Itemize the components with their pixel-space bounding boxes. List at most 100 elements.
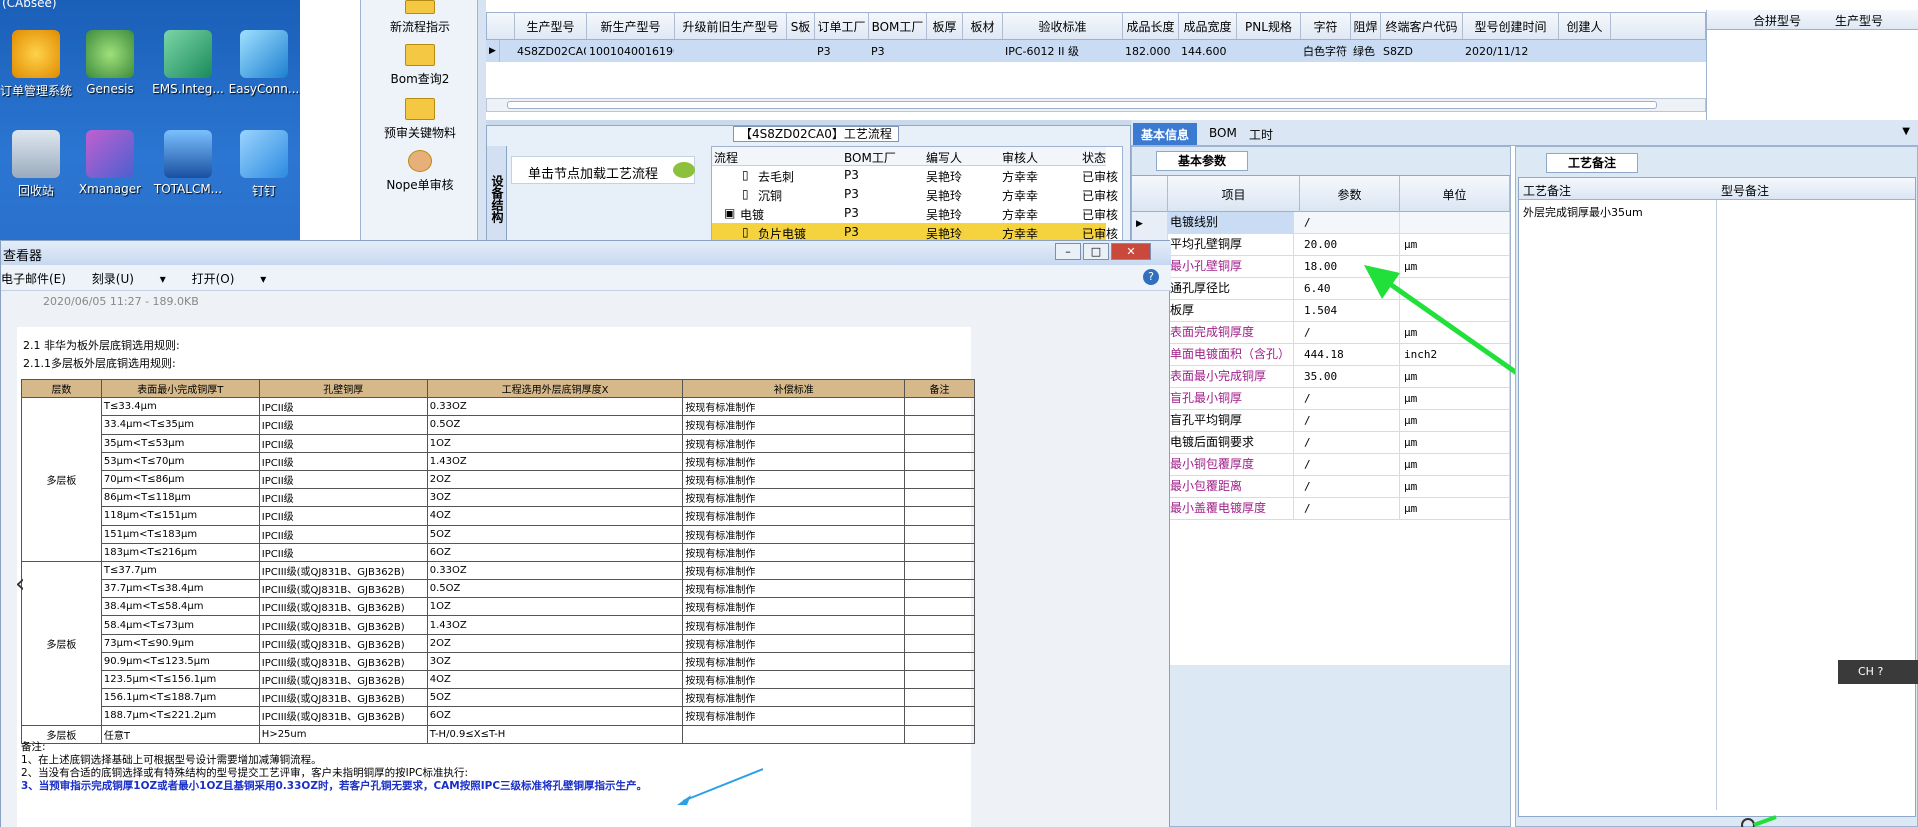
grid-cell[interactable]: 10010400161907 xyxy=(586,40,674,62)
column-header[interactable]: 成品宽度 xyxy=(1179,13,1237,39)
chevron-down-icon[interactable]: ▼ xyxy=(1902,126,1910,137)
basic-params-subtab[interactable]: 基本参数 xyxy=(1156,151,1248,171)
table-cell: IPCIII级(或QJ831B、GJB362B) xyxy=(258,615,428,635)
grid-horizontal-scrollbar[interactable] xyxy=(486,98,1706,112)
process-tree: 流程 BOM工厂 编写人 审核人 状态 ▯ 去毛刺 P3 吴艳玲 方幸幸 已审核 ▯ 沉铜 P3… xyxy=(711,146,1123,246)
grid-cell[interactable]: 144.600 xyxy=(1178,40,1236,62)
equipment-structure-tab[interactable]: 设备结构 xyxy=(487,146,507,246)
table-cell: 1OZ xyxy=(426,433,684,453)
doc-heading-1: 2.1 非华为板外层底铜选用规则: xyxy=(23,339,180,352)
grid-cell[interactable] xyxy=(926,40,962,62)
table-cell: 53μm<T≤70μm xyxy=(100,451,260,471)
detail-tabs: 基本信息 BOM 工时 ▼ xyxy=(1131,120,1918,146)
param-value[interactable]: / xyxy=(1300,212,1400,234)
column-header[interactable]: 验收标准 xyxy=(1003,13,1123,39)
column-header[interactable]: BOM工厂 xyxy=(869,13,927,39)
column-header[interactable]: 新生产型号 xyxy=(587,13,675,39)
param-value[interactable]: / xyxy=(1300,498,1400,520)
chat-bubble-icon xyxy=(673,162,695,178)
green-arrow-tail xyxy=(1741,815,1777,827)
table-header-cell: 表面最小完成铜厚T xyxy=(100,378,260,399)
table-cell: 按现有标准制作 xyxy=(682,669,906,690)
table-row[interactable]: ▶ 电镀线别 / xyxy=(1132,212,1510,234)
column-header[interactable]: 成品长度 xyxy=(1123,13,1179,39)
grid-cell[interactable]: 4S8ZD02CA0 xyxy=(514,40,586,62)
table-cell: 1.43OZ xyxy=(426,451,684,471)
grid-cell[interactable]: P3 xyxy=(868,40,926,62)
table-cell: 按现有标准制作 xyxy=(682,524,906,544)
table-cell xyxy=(682,724,906,744)
column-header[interactable]: 终端客户代码 xyxy=(1381,13,1463,39)
column-header[interactable]: 型号创建时间 xyxy=(1463,13,1559,39)
dingtalk-icon[interactable]: 钉钉 xyxy=(214,130,314,199)
table-cell: 4OZ xyxy=(426,506,684,526)
tab-basic-info[interactable]: 基本信息 xyxy=(1133,123,1198,145)
table-row[interactable]: ▶ 4S8ZD02CA010010400161907 P3P3 IPC-6012 II… xyxy=(486,40,1706,62)
table-cell: IPCII级 xyxy=(258,433,428,453)
grid-cell[interactable] xyxy=(962,40,1002,62)
grid-cell[interactable]: 182.000 xyxy=(1122,40,1178,62)
process-tree-row[interactable]: ▣ 电镀 P3 吴艳玲 方幸幸 已审核 xyxy=(712,204,1118,223)
close-button[interactable]: ✕ xyxy=(1111,243,1151,260)
column-header[interactable]: 生产型号 xyxy=(515,13,587,39)
table-cell: IPCIII级(或QJ831B、GJB362B) xyxy=(258,651,428,672)
table-row: 73μm<T≤90.9μm IPCIII级(或QJ831B、GJB362B) 2OZ… xyxy=(22,633,975,653)
minimize-button[interactable]: – xyxy=(1055,243,1081,260)
table-row[interactable]: 平均孔壁铜厚 20.00 μm xyxy=(1132,234,1510,256)
process-tree-row[interactable]: ▯ 去毛刺 P3 吴艳玲 方幸幸 已审核 xyxy=(712,166,1118,185)
viewer-window: 查看器 – □ ✕ 电子邮件(E) 刻录(U) ▾ 打开(O) ▾ ? 2020/0… xyxy=(0,240,1171,827)
grid-cell[interactable] xyxy=(1236,40,1300,62)
grid-cell[interactable]: IPC-6012 II 级 xyxy=(1002,40,1122,62)
grid-cell[interactable] xyxy=(786,40,814,62)
easyconn-icon[interactable]: EasyConn... xyxy=(214,30,314,96)
load-process-button[interactable]: 单击节点加载工艺流程 xyxy=(511,156,695,184)
grid-cell[interactable]: 2020/11/12 xyxy=(1462,40,1558,62)
previous-arrow-icon[interactable]: ‹ xyxy=(15,569,25,599)
menu-open[interactable]: 打开(O) ▾ xyxy=(192,272,267,286)
param-value[interactable]: 20.00 xyxy=(1300,234,1400,256)
table-row: 38.4μm<T≤58.4μm IPCIII级(或QJ831B、GJB362B) 1… xyxy=(22,597,975,617)
table-cell: 按现有标准制作 xyxy=(682,706,906,726)
process-notes-subtab[interactable]: 工艺备注 xyxy=(1546,153,1638,173)
grid-cell[interactable] xyxy=(674,40,786,62)
maximize-button[interactable]: □ xyxy=(1083,243,1109,260)
grid-cell[interactable]: 绿色 xyxy=(1350,40,1380,62)
table-cell: 按现有标准制作 xyxy=(682,651,906,672)
table-cell: 33.4μm<T≤35μm xyxy=(100,415,260,435)
grid-cell[interactable]: S8ZD xyxy=(1380,40,1462,62)
sidebar-item-nope-review[interactable]: Nope单审核 xyxy=(361,150,479,193)
grid-cell[interactable] xyxy=(1558,40,1610,62)
table-cell: IPCII级 xyxy=(258,524,428,544)
process-tree-row[interactable]: ▯ 沉铜 P3 吴艳玲 方幸幸 已审核 xyxy=(712,185,1118,204)
ime-indicator[interactable]: CH ? xyxy=(1838,660,1918,684)
table-row[interactable]: 最小盖覆电镀厚度 / μm xyxy=(1132,498,1510,520)
param-name: 表面最小完成铜厚 xyxy=(1168,366,1294,388)
table-cell: IPCIII级(或QJ831B、GJB362B) xyxy=(258,597,428,617)
table-row: 33.4μm<T≤35μm IPCII级 0.5OZ 按现有标准制作 xyxy=(22,415,975,435)
column-header[interactable]: PNL规格 xyxy=(1237,13,1301,39)
param-name: 电镀后面铜要求 xyxy=(1168,432,1294,454)
sidebar-item-key-material[interactable]: 预审关键物料 xyxy=(361,98,479,141)
sidebar-item-bom-query[interactable]: Bom查询2 xyxy=(361,44,479,87)
column-header[interactable]: 板材 xyxy=(963,13,1003,39)
table-cell: 按现有标准制作 xyxy=(682,542,906,562)
menu-burn[interactable]: 刻录(U) ▾ xyxy=(92,272,166,286)
help-icon[interactable]: ? xyxy=(1143,269,1159,285)
column-header[interactable]: 字符 xyxy=(1301,13,1351,39)
menu-email[interactable]: 电子邮件(E) xyxy=(1,272,66,286)
table-cell: 0.5OZ xyxy=(426,579,684,599)
grid-cell[interactable]: 白色字符 xyxy=(1300,40,1350,62)
column-header[interactable]: 板厚 xyxy=(927,13,963,39)
table-cell: IPCII级 xyxy=(258,469,428,490)
sidebar-item-new-flow[interactable]: 新流程指示 xyxy=(361,0,479,35)
tab-hours[interactable]: 工时 xyxy=(1241,123,1281,145)
column-header[interactable]: 阻焊 xyxy=(1351,13,1381,39)
column-header[interactable]: 创建人 xyxy=(1559,13,1611,39)
column-header[interactable]: S板 xyxy=(787,13,815,39)
table-cell: 6OZ xyxy=(426,706,684,726)
column-header[interactable]: 升级前旧生产型号 xyxy=(675,13,787,39)
table-cell: IPCII级 xyxy=(258,506,428,526)
column-header[interactable]: 订单工厂 xyxy=(815,13,869,39)
tab-bom[interactable]: BOM xyxy=(1201,123,1245,145)
grid-cell[interactable]: P3 xyxy=(814,40,868,62)
